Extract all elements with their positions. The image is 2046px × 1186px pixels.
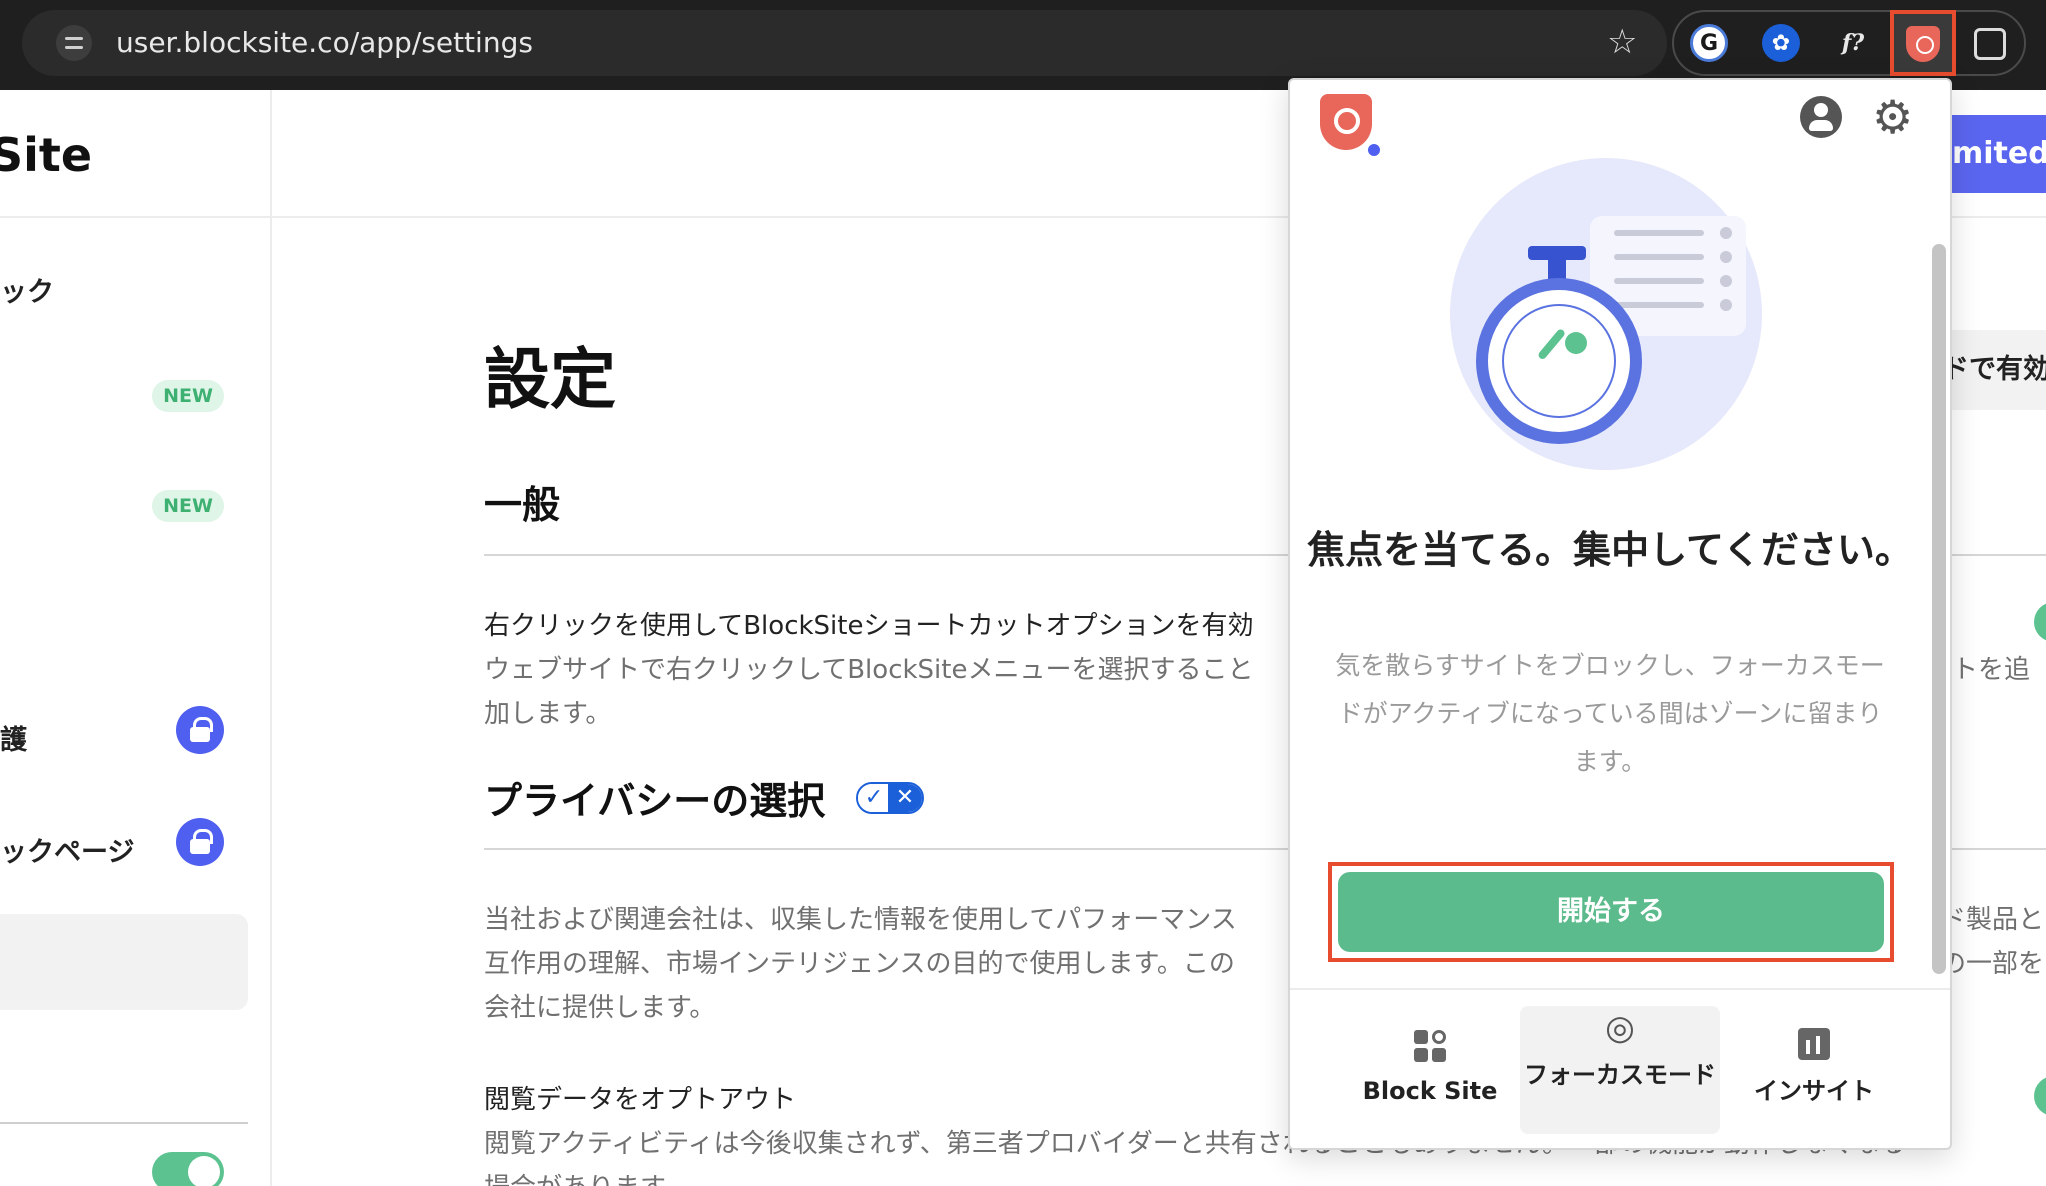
sidebar-item-active[interactable]	[0, 914, 248, 1010]
context-menu-description: ウェブサイトで右クリックしてBlockSiteメニューを選択すること	[484, 655, 1254, 685]
popup-scrollbar-thumb[interactable]	[1932, 244, 1946, 974]
privacy-heading: プライバシーの選択	[484, 779, 826, 823]
tab-label: フォーカスモード	[1524, 1061, 1716, 1089]
bar-chart-icon	[1798, 1028, 1830, 1060]
tab-label: Block Site	[1362, 1077, 1498, 1105]
optout-toggle[interactable]	[2034, 1076, 2046, 1116]
blocksite-popup: ⚙ 焦点を当てる。集中してください。 気を散らすサイトをブロックし、フォーカスモ…	[1288, 78, 1952, 1150]
sidebar: Site ック NEW NEW 護 ックページ	[0, 90, 272, 1186]
new-badge: NEW	[152, 380, 224, 412]
privacy-description-tail: ド製品と	[1940, 905, 2045, 935]
page-title: 設定	[484, 341, 616, 418]
grid-icon	[1410, 1026, 1450, 1066]
gear-icon[interactable]: ⚙	[1872, 92, 1913, 142]
browser-toolbar: user.blocksite.co/app/settings ☆ G ✿ f?	[0, 0, 2046, 90]
privacy-choices-icon: ✓ ✕	[856, 782, 924, 814]
tab-insight[interactable]: インサイト	[1714, 1006, 1914, 1134]
context-menu-title: 右クリックを使用してBlockSiteショートカットオプションを有効	[484, 611, 1254, 641]
privacy-description-tail: の一部を	[1940, 949, 2045, 979]
stopwatch-icon	[1476, 278, 1642, 444]
context-menu-description: 加します。	[484, 699, 612, 729]
site-info-icon[interactable]	[56, 25, 92, 61]
sidebar-divider	[0, 1122, 248, 1124]
start-button-highlight: 開始する	[1328, 862, 1894, 962]
extension-1-icon[interactable]: G	[1690, 24, 1728, 62]
context-menu-toggle[interactable]	[2034, 602, 2046, 642]
lock-icon	[176, 706, 224, 754]
popup-tab-bar: Block Site ◎ フォーカスモード インサイト	[1290, 988, 1950, 1148]
sidebar-item-label[interactable]: ックページ	[0, 830, 134, 869]
target-icon: ◎	[1605, 1008, 1635, 1048]
popup-title: 焦点を当てる。集中してください。	[1307, 528, 1913, 572]
popup-description: 気を散らすサイトをブロックし、フォーカスモードがアクティブになっている間はゾーン…	[1335, 651, 1885, 776]
app-logo[interactable]: Site	[0, 128, 92, 182]
tab-focus-mode[interactable]: ◎ フォーカスモード	[1520, 1006, 1720, 1134]
blocksite-extension-button[interactable]	[1890, 10, 1956, 76]
sidebar-item-label[interactable]: ック	[0, 270, 54, 309]
new-badge: NEW	[152, 490, 224, 522]
privacy-description: 当社および関連会社は、収集した情報を使用してパフォーマンス	[484, 905, 1237, 935]
extensions-puzzle-icon[interactable]	[1974, 28, 2006, 60]
extensions-group: G ✿ f?	[1672, 10, 2026, 76]
sidebar-item-label[interactable]: 護	[0, 718, 27, 757]
stopwatch-stem	[1548, 258, 1566, 280]
extension-2-icon[interactable]: ✿	[1762, 24, 1800, 62]
tab-block-site[interactable]: Block Site	[1330, 1006, 1530, 1134]
lock-icon	[176, 818, 224, 866]
address-bar[interactable]: user.blocksite.co/app/settings ☆	[22, 10, 1667, 76]
blocksite-extension-icon	[1906, 26, 1940, 62]
star-icon[interactable]: ☆	[1607, 22, 1637, 62]
url-text[interactable]: user.blocksite.co/app/settings	[116, 25, 533, 61]
general-heading: 一般	[484, 483, 561, 527]
context-menu-description-tail: トを追	[1952, 655, 2031, 685]
extension-3-icon[interactable]: f?	[1834, 24, 1872, 62]
optout-title: 閲覧データをオプトアウト	[484, 1085, 797, 1115]
privacy-description: 互作用の理解、市場インテリジェンスの目的で使用します。この	[484, 949, 1235, 979]
account-icon[interactable]	[1800, 96, 1842, 138]
tab-label: インサイト	[1754, 1077, 1874, 1105]
sidebar-toggle[interactable]	[152, 1152, 224, 1186]
optout-description: 場合があります。	[484, 1166, 689, 1186]
sidebar-divider	[0, 216, 272, 218]
blocksite-logo-icon	[1320, 94, 1382, 158]
start-button[interactable]: 開始する	[1338, 872, 1884, 952]
privacy-description: 会社に提供します。	[484, 993, 716, 1023]
